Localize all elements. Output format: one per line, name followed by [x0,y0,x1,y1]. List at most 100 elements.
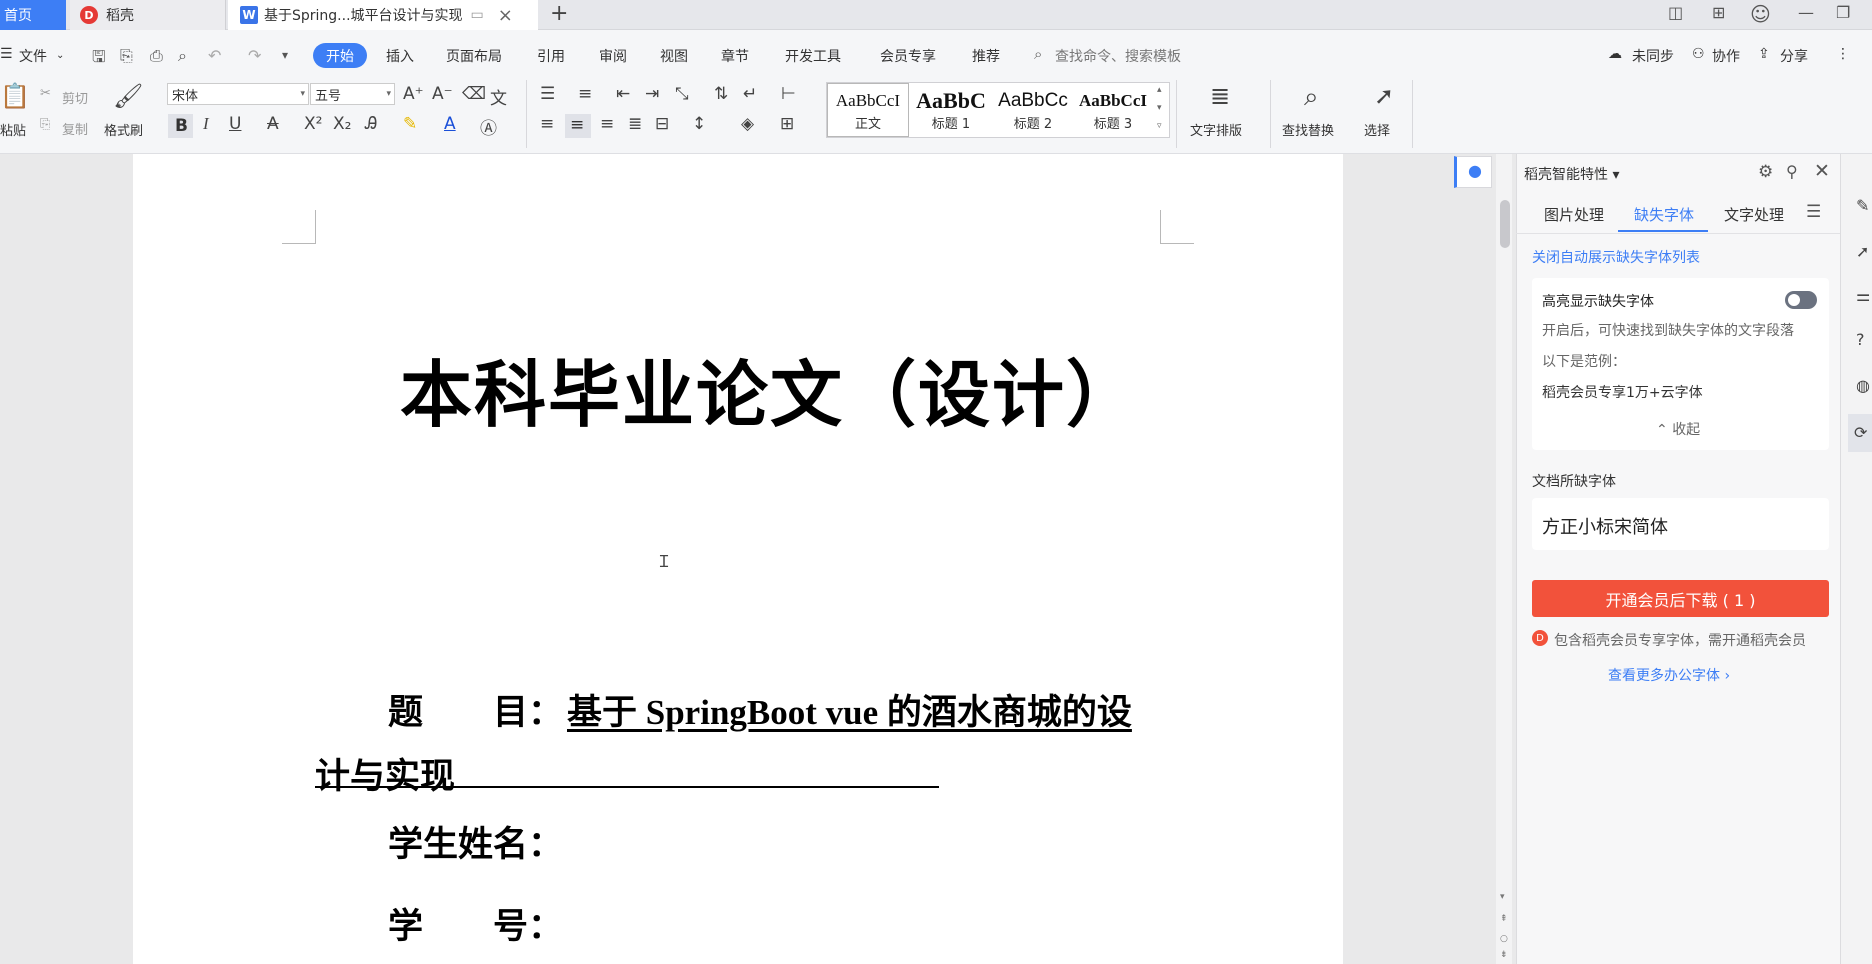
pin-icon[interactable]: ⚲ [1786,162,1798,181]
close-tab-icon[interactable]: × [498,5,513,26]
style-normal[interactable]: AaBbCcI 正文 [827,83,909,137]
restore-icon[interactable]: ❐ [1836,3,1850,22]
align-center-button[interactable]: ≡ [565,114,591,138]
style-heading-3[interactable]: AaBbCcI 标题 3 [1073,83,1153,137]
close-auto-show-link[interactable]: 关闭自动展示缺失字体列表 [1532,247,1700,267]
style-heading-2[interactable]: AaBbCc 标题 2 [993,83,1073,137]
highlight-toggle[interactable] [1785,291,1817,309]
help-icon[interactable]: ? [1856,330,1865,349]
borders-icon[interactable]: ⊞ [780,114,794,134]
menu-view[interactable]: 视图 [660,46,688,66]
font-color-icon[interactable]: A [444,114,456,134]
panel-header[interactable]: 稻壳智能特性 ▾ [1524,164,1619,184]
menu-reference[interactable]: 引用 [537,46,565,66]
format-painter-button[interactable]: 格式刷 [104,120,143,139]
smart-features-tab[interactable]: ⟳ [1848,414,1872,452]
menu-icon[interactable]: ☰ [1806,202,1821,222]
minimize-icon[interactable]: — [1798,3,1814,22]
settings-sliders-icon[interactable]: ⚌ [1856,286,1870,305]
text-layout-icon[interactable]: ≣ [1210,82,1230,110]
close-icon[interactable]: ✕ [1814,160,1830,182]
menu-layout[interactable]: 页面布局 [446,46,502,66]
chevron-down-icon[interactable]: ▾ [1157,103,1162,113]
save-icon[interactable]: 🖫 [92,46,106,73]
cursor-icon[interactable]: ➚ [1374,82,1394,110]
sort-icon[interactable]: ⇅ [714,84,728,104]
italic-icon[interactable]: I [203,114,209,134]
font-size-select[interactable]: 五号 ▾ [310,83,395,105]
outdent-icon[interactable]: ⇤ [616,84,630,104]
cut-button[interactable]: 剪切 [62,88,88,107]
monitor-icon[interactable]: ▭ [471,7,484,23]
align-right-icon[interactable]: ≡ [600,114,614,134]
format-painter-icon[interactable]: 🖌 [113,82,143,110]
scrollbar-thumb[interactable] [1500,200,1510,248]
menu-file[interactable]: 文件 [19,46,47,66]
panel-tab-missing-fonts[interactable]: 缺失字体 [1634,204,1694,225]
collapse-button[interactable]: ⌃ 收起 [1656,419,1700,439]
indent-icon[interactable]: ⇥ [645,84,659,104]
more-fonts-link[interactable]: 查看更多办公字体 › [1608,665,1730,685]
menu-member[interactable]: 会员专享 [880,46,936,66]
document-page[interactable] [133,154,1343,964]
gallery-more-icon[interactable]: ▿ [1157,121,1162,131]
bullet-list-icon[interactable]: ☰ [540,84,555,104]
paste-icon[interactable]: 📋 [0,82,30,110]
export-pdf-icon[interactable]: ⎘ [120,46,133,66]
align-left-icon[interactable]: ≡ [540,114,554,134]
scroll-down-icon[interactable]: ▾ [1500,892,1505,902]
justify-icon[interactable]: ≣ [628,114,642,134]
show-marks-icon[interactable]: ↵ [743,84,757,104]
menu-start[interactable]: 开始 [313,43,367,68]
collab-button[interactable]: 协作 [1712,46,1740,66]
tab-home[interactable]: 首页 [0,0,66,30]
hamburger-icon[interactable]: ☰ [0,46,13,62]
paste-label[interactable]: 粘贴 [0,120,26,139]
more-options-icon[interactable]: ⋮ [1836,46,1850,62]
document-scrollbar[interactable] [1496,154,1512,964]
panel-tab-image[interactable]: 图片处理 [1544,204,1604,225]
menu-recommend[interactable]: 推荐 [972,46,1000,66]
avatar[interactable]: ☺ [1750,2,1771,26]
clear-format-icon[interactable]: ⌫ [462,84,486,104]
copy-icon[interactable]: ⎘ [40,117,50,132]
share-button[interactable]: 分享 [1780,46,1808,66]
apps-grid-icon[interactable]: ⊞ [1712,3,1725,22]
grow-font-icon[interactable]: A⁺ [403,84,424,104]
new-tab-button[interactable]: + [550,0,568,30]
char-border-icon[interactable]: Ⓐ [480,114,497,139]
quick-access-more-icon[interactable]: ▾ [282,48,288,62]
ai-icon[interactable]: ◍ [1856,376,1870,395]
highlight-icon[interactable]: ✎ [403,114,417,134]
select-button[interactable]: 选择 [1364,120,1390,139]
subscript-icon[interactable]: X₂ [333,114,351,134]
superscript-icon[interactable]: X² [304,114,322,134]
print-icon[interactable]: ⎙ [150,46,163,66]
tab-stop-icon[interactable]: ⊢ [781,84,796,104]
download-button[interactable]: 开通会员后下载 ( 1 ) [1532,580,1829,617]
command-search[interactable]: 查找命令、搜索模板 [1055,46,1181,66]
numbered-list-icon[interactable]: ≡ [578,84,592,104]
prev-page-icon[interactable]: ⇞ [1500,914,1508,924]
cut-icon[interactable]: ✂ [40,86,51,101]
tab-document[interactable]: W 基于Spring...城平台设计与实现 ▭ × [228,0,538,30]
layout-icon[interactable]: ◫ [1668,3,1683,22]
select-tool-icon[interactable]: ➚ [1856,242,1869,261]
gear-icon[interactable]: ⚙ [1758,162,1773,182]
select-browse-icon[interactable]: ○ [1500,934,1508,944]
line-spacing-icon[interactable]: ↕ [692,114,706,134]
text-direction-icon[interactable]: ⤡ [675,84,689,104]
shading-icon[interactable]: ◈ [741,114,754,134]
phonetic-icon[interactable]: 文 [490,84,507,109]
chevron-up-icon[interactable]: ▴ [1157,85,1162,95]
font-name-select[interactable]: 宋体 ▾ [167,83,309,105]
menu-devtools[interactable]: 开发工具 [785,46,841,66]
panel-tab-text[interactable]: 文字处理 [1724,204,1784,225]
print-preview-icon[interactable]: ⌕ [178,46,187,66]
underline-icon[interactable]: U [229,114,241,134]
text-layout-button[interactable]: 文字排版 [1190,120,1242,139]
find-icon[interactable]: ⌕ [1304,82,1319,113]
undo-icon[interactable]: ↶ [208,46,221,65]
bold-button[interactable]: B [168,114,193,138]
redo-icon[interactable]: ↷ [248,46,261,65]
